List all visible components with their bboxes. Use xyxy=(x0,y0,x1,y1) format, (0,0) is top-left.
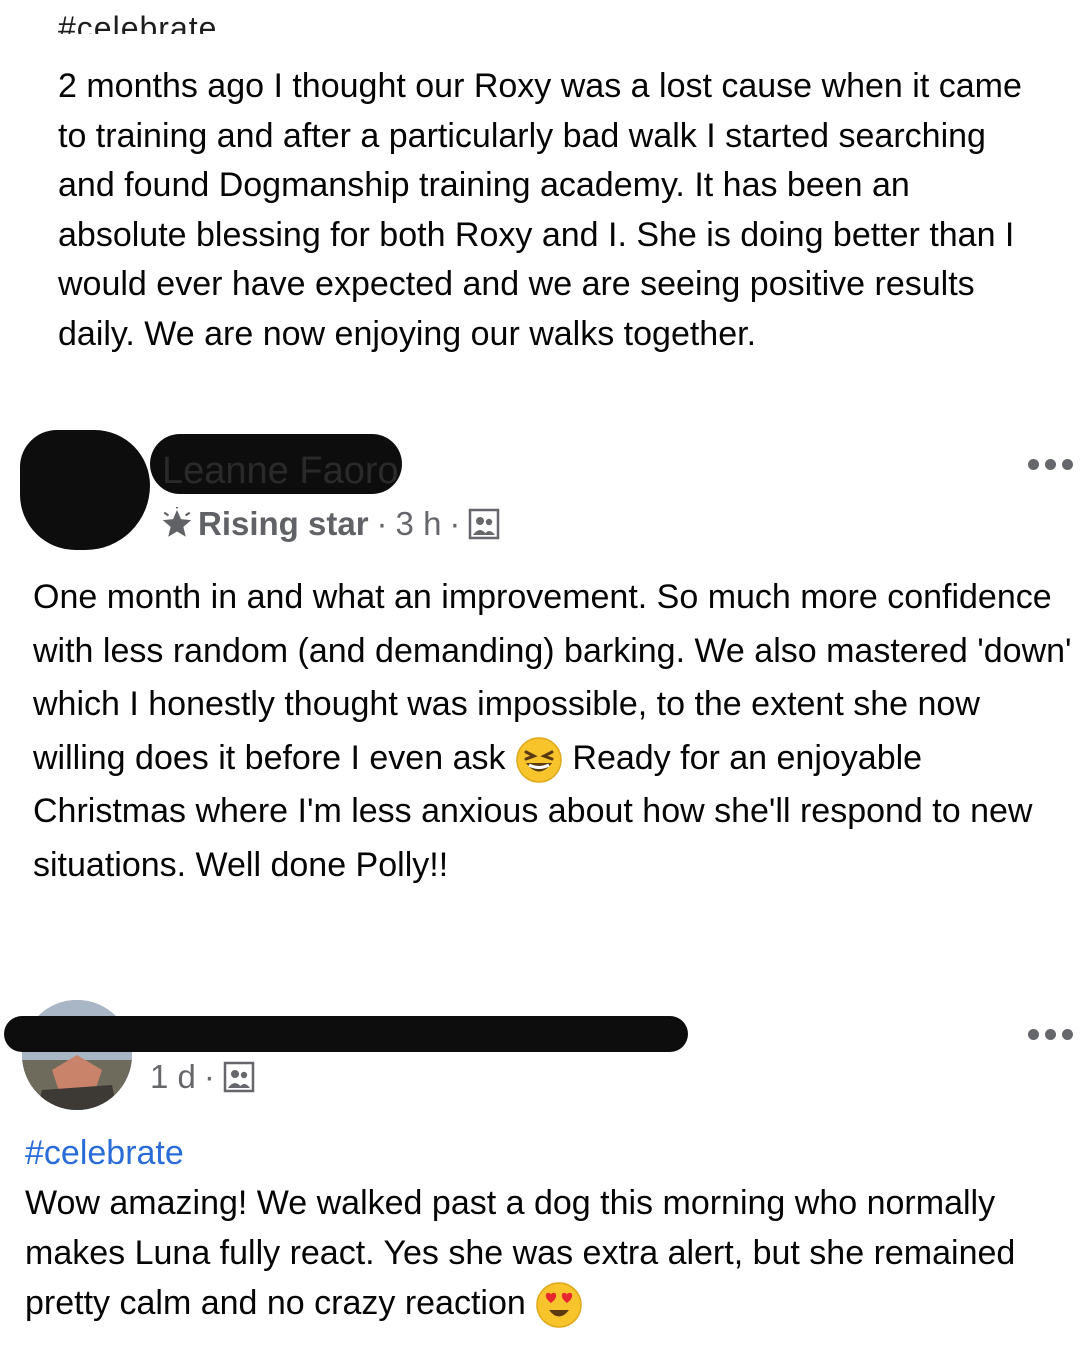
comment-body: One month in and what an improvement. So… xyxy=(33,571,1073,892)
group-members-icon xyxy=(223,1061,255,1093)
star-icon xyxy=(162,507,192,537)
timestamp[interactable]: 3 h xyxy=(396,505,442,543)
group-members-icon xyxy=(469,508,500,540)
more-options-icon[interactable] xyxy=(1028,1029,1073,1040)
hashtag-top-cropped[interactable]: #celebrate xyxy=(58,8,217,34)
badge-label: Rising star xyxy=(198,505,369,542)
redaction-mark xyxy=(20,430,150,550)
laughing-face-emoji xyxy=(516,736,562,783)
more-options-icon[interactable] xyxy=(1028,459,1073,470)
heart-eyes-emoji xyxy=(536,1282,582,1328)
comment-body: #celebrate Wow amazing! We walked past a… xyxy=(25,1128,1075,1329)
timestamp[interactable]: 1 d xyxy=(150,1058,196,1096)
separator: · xyxy=(449,505,461,542)
comment-meta: Rising star · 3 h · xyxy=(160,505,500,543)
comment-text: Wow amazing! We walked past a dog this m… xyxy=(25,1184,1016,1322)
separator: · xyxy=(376,505,388,542)
hashtag-link[interactable]: #celebrate xyxy=(25,1128,1075,1178)
author-name[interactable]: Leanne Faoro xyxy=(162,450,399,493)
comment-meta: 1 d · xyxy=(150,1058,255,1096)
rising-star-badge[interactable]: Rising star xyxy=(160,505,369,543)
separator: · xyxy=(203,1058,215,1095)
post-body-top: 2 months ago I thought our Roxy was a lo… xyxy=(58,67,1022,353)
redaction-mark xyxy=(4,1016,688,1052)
